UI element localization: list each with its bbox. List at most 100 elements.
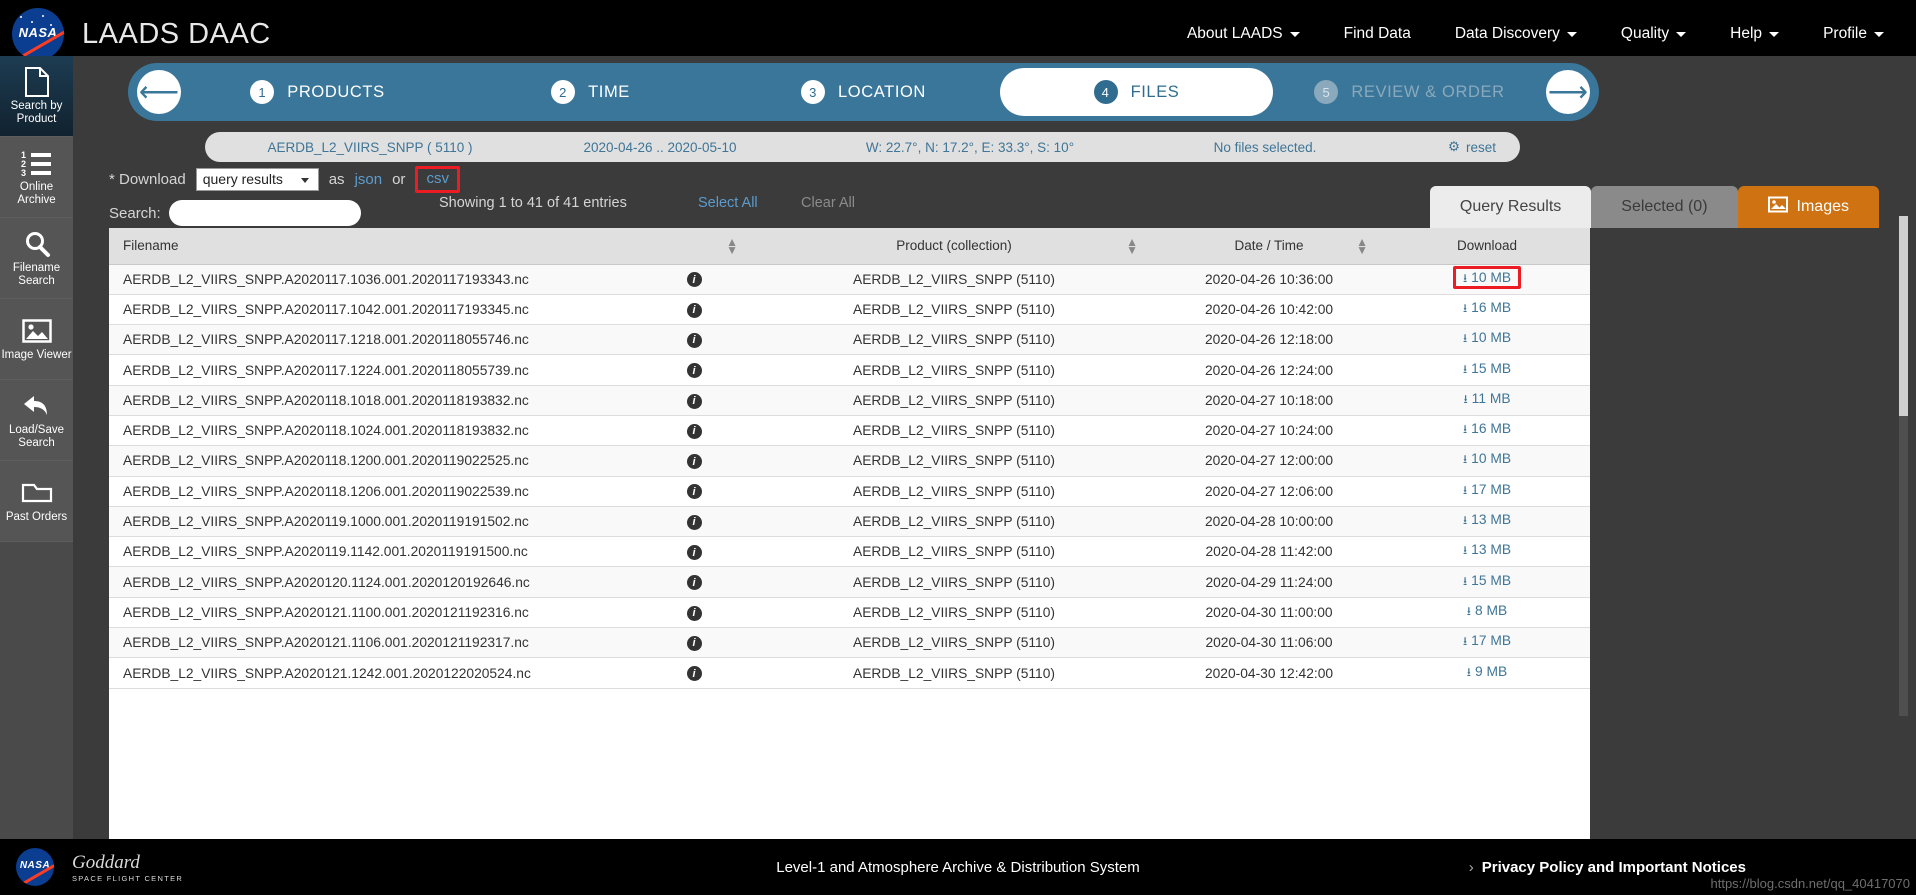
- cell-filename[interactable]: AERDB_L2_VIIRS_SNPP.A2020120.1124.001.20…: [109, 566, 634, 598]
- cell-download[interactable]: ⭳ 10 MB: [1384, 445, 1590, 477]
- cell-info[interactable]: i: [634, 415, 754, 447]
- breadcrumb-time[interactable]: 2020-04-26 .. 2020-05-10: [535, 140, 785, 155]
- cell-download[interactable]: ⭳ 16 MB: [1384, 415, 1590, 447]
- info-circle-icon[interactable]: i: [686, 454, 702, 470]
- nav-item-quality[interactable]: Quality: [1599, 17, 1708, 51]
- breadcrumb-files[interactable]: No files selected.: [1155, 140, 1375, 155]
- cell-download[interactable]: ⭳ 15 MB: [1384, 566, 1590, 598]
- arrow-right-circle-icon[interactable]: ⟶: [1546, 70, 1590, 114]
- cell-info[interactable]: i: [634, 506, 754, 538]
- sidebar-item-search-by-product[interactable]: Search by Product: [0, 56, 73, 137]
- wizard-step-time[interactable]: 2 TIME: [454, 68, 727, 116]
- sidebar-item-image-viewer[interactable]: Image Viewer: [0, 299, 73, 380]
- tab-selected[interactable]: Selected (0): [1591, 186, 1738, 228]
- download-link[interactable]: ⭳ 13 MB: [1463, 542, 1511, 557]
- cell-filename[interactable]: AERDB_L2_VIIRS_SNPP.A2020118.1206.001.20…: [109, 476, 634, 507]
- cell-filename[interactable]: AERDB_L2_VIIRS_SNPP.A2020118.1018.001.20…: [109, 385, 634, 416]
- cell-download[interactable]: ⭳ 13 MB: [1384, 506, 1590, 538]
- cell-info[interactable]: i: [634, 354, 754, 386]
- download-link[interactable]: ⭳ 15 MB: [1463, 361, 1511, 376]
- info-circle-icon[interactable]: i: [686, 605, 702, 621]
- cell-info[interactable]: i: [634, 445, 754, 477]
- column-header-filename[interactable]: Filename ▲ ▼: [109, 228, 754, 265]
- table-row[interactable]: AERDB_L2_VIIRS_SNPP.A2020121.1242.001.20…: [109, 657, 1590, 689]
- nav-item-profile[interactable]: Profile: [1801, 17, 1906, 51]
- cell-filename[interactable]: AERDB_L2_VIIRS_SNPP.A2020119.1142.001.20…: [109, 536, 634, 568]
- breadcrumb-product[interactable]: AERDB_L2_VIIRS_SNPP ( 5110 ): [205, 140, 535, 155]
- privacy-policy-link[interactable]: › Privacy Policy and Important Notices: [1469, 859, 1746, 876]
- cell-download[interactable]: ⭳ 16 MB: [1384, 294, 1590, 326]
- wizard-step-files[interactable]: 4 FILES: [1000, 68, 1273, 116]
- tab-images[interactable]: Images: [1737, 186, 1879, 228]
- sidebar-item-past-orders[interactable]: Past Orders: [0, 461, 73, 542]
- tab-query-results[interactable]: Query Results: [1429, 186, 1592, 228]
- nav-item-find-data[interactable]: Find Data: [1322, 17, 1433, 51]
- cell-download[interactable]: ⭳ 8 MB: [1384, 597, 1590, 629]
- download-link[interactable]: ⭳ 16 MB: [1463, 300, 1511, 315]
- nav-item-about-laads[interactable]: About LAADS: [1165, 17, 1322, 51]
- download-link[interactable]: ⭳ 17 MB: [1463, 633, 1511, 648]
- download-link[interactable]: ⭳ 10 MB: [1463, 330, 1511, 345]
- table-row[interactable]: AERDB_L2_VIIRS_SNPP.A2020118.1018.001.20…: [109, 385, 1590, 416]
- info-circle-icon[interactable]: i: [686, 666, 702, 682]
- sidebar-item-online-archive[interactable]: 123 Online Archive: [0, 137, 73, 218]
- info-circle-icon[interactable]: i: [686, 332, 702, 348]
- download-json-link[interactable]: json: [355, 171, 383, 188]
- info-circle-icon[interactable]: i: [686, 545, 702, 561]
- table-row[interactable]: AERDB_L2_VIIRS_SNPP.A2020121.1100.001.20…: [109, 597, 1590, 629]
- cell-info[interactable]: i: [634, 385, 754, 416]
- info-circle-icon[interactable]: i: [686, 272, 702, 288]
- vertical-scrollbar-thumb[interactable]: [1899, 216, 1908, 416]
- cell-filename[interactable]: AERDB_L2_VIIRS_SNPP.A2020118.1200.001.20…: [109, 445, 634, 477]
- info-circle-icon[interactable]: i: [686, 484, 702, 500]
- cell-download[interactable]: ⭳ 10 MB: [1384, 264, 1590, 295]
- cell-download[interactable]: ⭳ 17 MB: [1384, 476, 1590, 507]
- info-circle-icon[interactable]: i: [686, 575, 702, 591]
- table-row[interactable]: AERDB_L2_VIIRS_SNPP.A2020118.1200.001.20…: [109, 445, 1590, 477]
- cell-filename[interactable]: AERDB_L2_VIIRS_SNPP.A2020119.1000.001.20…: [109, 506, 634, 538]
- column-header-product[interactable]: Product (collection) ▲ ▼: [754, 228, 1154, 265]
- cell-filename[interactable]: AERDB_L2_VIIRS_SNPP.A2020117.1224.001.20…: [109, 354, 634, 386]
- vertical-scrollbar-track[interactable]: [1899, 216, 1908, 716]
- column-header-datetime[interactable]: Date / Time ▲ ▼: [1154, 228, 1384, 265]
- reset-button[interactable]: ⚙ reset: [1448, 139, 1520, 155]
- info-circle-icon[interactable]: i: [686, 423, 702, 439]
- cell-info[interactable]: i: [634, 324, 754, 356]
- clear-all-link[interactable]: Clear All: [801, 195, 855, 211]
- info-circle-icon[interactable]: i: [686, 635, 702, 651]
- nav-item-help[interactable]: Help: [1708, 17, 1801, 51]
- cell-filename[interactable]: AERDB_L2_VIIRS_SNPP.A2020117.1036.001.20…: [109, 264, 634, 295]
- cell-download[interactable]: ⭳ 9 MB: [1384, 657, 1590, 689]
- download-link[interactable]: ⭳ 8 MB: [1467, 603, 1507, 618]
- download-link[interactable]: ⭳ 10 MB: [1463, 451, 1511, 466]
- cell-info[interactable]: i: [634, 294, 754, 326]
- table-row[interactable]: AERDB_L2_VIIRS_SNPP.A2020117.1218.001.20…: [109, 324, 1590, 356]
- download-link[interactable]: ⭳ 16 MB: [1463, 421, 1511, 436]
- download-csv-link[interactable]: csv: [415, 165, 460, 193]
- wizard-step-review-order[interactable]: 5 REVIEW & ORDER: [1273, 68, 1546, 116]
- cell-info[interactable]: i: [634, 476, 754, 507]
- cell-filename[interactable]: AERDB_L2_VIIRS_SNPP.A2020121.1242.001.20…: [109, 657, 634, 689]
- cell-download[interactable]: ⭳ 15 MB: [1384, 354, 1590, 386]
- info-circle-icon[interactable]: i: [686, 514, 702, 530]
- cell-info[interactable]: i: [634, 536, 754, 568]
- table-row[interactable]: AERDB_L2_VIIRS_SNPP.A2020120.1124.001.20…: [109, 566, 1590, 598]
- cell-info[interactable]: i: [634, 627, 754, 659]
- cell-download[interactable]: ⭳ 17 MB: [1384, 627, 1590, 659]
- cell-download[interactable]: ⭳ 13 MB: [1384, 536, 1590, 568]
- select-all-link[interactable]: Select All: [698, 195, 758, 211]
- table-row[interactable]: AERDB_L2_VIIRS_SNPP.A2020118.1206.001.20…: [109, 476, 1590, 507]
- nasa-logo[interactable]: NASA: [12, 8, 64, 60]
- breadcrumb-location[interactable]: W: 22.7°, N: 17.2°, E: 33.3°, S: 10°: [785, 140, 1155, 155]
- cell-info[interactable]: i: [634, 657, 754, 689]
- info-circle-icon[interactable]: i: [686, 302, 702, 318]
- wizard-step-products[interactable]: 1 PRODUCTS: [181, 68, 454, 116]
- download-link[interactable]: ⭳ 13 MB: [1463, 512, 1511, 527]
- search-input[interactable]: [168, 200, 361, 226]
- table-row[interactable]: AERDB_L2_VIIRS_SNPP.A2020117.1224.001.20…: [109, 354, 1590, 386]
- table-row[interactable]: AERDB_L2_VIIRS_SNPP.A2020117.1042.001.20…: [109, 294, 1590, 326]
- table-row[interactable]: AERDB_L2_VIIRS_SNPP.A2020117.1036.001.20…: [109, 264, 1590, 295]
- cell-filename[interactable]: AERDB_L2_VIIRS_SNPP.A2020118.1024.001.20…: [109, 415, 634, 447]
- cell-download[interactable]: ⭳ 11 MB: [1384, 385, 1590, 416]
- download-link[interactable]: ⭳ 10 MB: [1452, 265, 1522, 289]
